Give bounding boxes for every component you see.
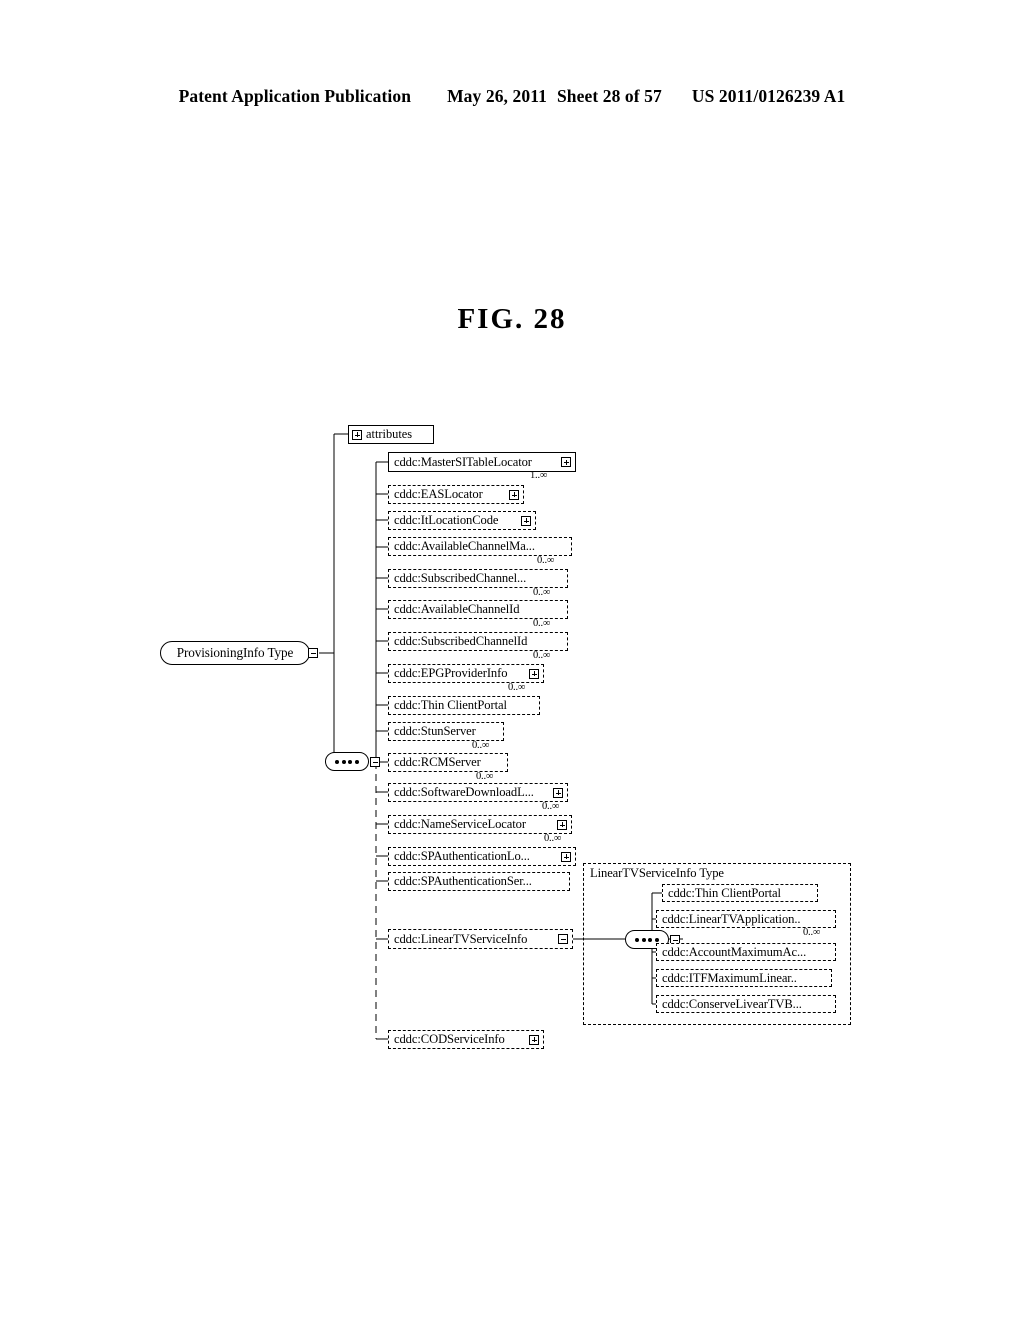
cardinality-label: 0..∞ [533,587,551,598]
element-label: cddc:EASLocator [394,487,483,502]
lineartv-service-info-type-label: LinearTVServiceInfo Type [588,866,726,881]
sequence-collapse-icon[interactable] [370,756,380,767]
element-node-cod-service-info[interactable]: cddc:CODServiceInfo [388,1030,544,1049]
element-label: cddc:SubscribedChannel... [394,571,527,586]
element-node-available-channel-map[interactable]: cddc:AvailableChannelMa... [388,537,572,556]
element-label: cddc:ITFMaximumLinear.. [662,970,797,985]
connector-lines [319,433,683,1040]
element-label: cddc:ConserveLivearTVB... [662,996,802,1011]
schema-diagram: ProvisioningInfo Type attributes cddc:Ma… [0,0,1024,1320]
element-expand-icon[interactable] [557,819,567,830]
element-label: cddc:SubscribedChannelId [394,634,528,649]
cardinality-label: 0..∞ [542,801,560,812]
cardinality-label: 0..∞ [508,682,526,693]
root-collapse-icon[interactable] [308,648,318,658]
element-expand-icon[interactable] [561,851,571,862]
element-node-sp-authentication-locator[interactable]: cddc:SPAuthenticationLo... [388,847,576,866]
cardinality-label: 0..∞ [472,740,490,751]
cardinality-label: 0..∞ [803,927,821,938]
element-label: cddc:StunServer [394,724,476,739]
element-label: cddc:SoftwareDownloadL... [394,785,534,800]
element-expand-icon[interactable] [529,1034,539,1045]
element-node-it-location-code[interactable]: cddc:ItLocationCode [388,511,536,530]
element-node-epg-provider-info[interactable]: cddc:EPGProviderInfo [388,664,544,683]
element-label: cddc:ItLocationCode [394,513,499,528]
lineartv-element-node-thin-client-portal[interactable]: cddc:Thin ClientPortal [662,884,818,902]
element-label: cddc:LinearTVApplication.. [662,911,801,926]
element-expand-icon[interactable] [509,489,519,500]
element-label: cddc:AccountMaximumAc... [662,944,807,959]
element-collapse-icon[interactable] [558,934,568,944]
lineartv-element-node-itf-maximum-linear[interactable]: cddc:ITFMaximumLinear.. [656,969,832,987]
element-label: cddc:AvailableChannelMa... [394,539,535,554]
element-expand-icon[interactable] [561,457,571,467]
attributes-node[interactable]: attributes [348,425,434,444]
element-label: cddc:Thin ClientPortal [394,698,507,713]
element-node-software-download-locator[interactable]: cddc:SoftwareDownloadL... [388,783,568,802]
root-type-label: ProvisioningInfo Type [176,645,294,660]
lineartv-element-node-linear-tv-application[interactable]: cddc:LinearTVApplication.. [656,910,836,928]
root-type-node[interactable]: ProvisioningInfo Type [160,641,310,665]
element-label: cddc:CODServiceInfo [394,1032,505,1047]
element-label: cddc:EPGProviderInfo [394,666,508,681]
sequence-node[interactable] [325,752,380,771]
element-node-rcm-server[interactable]: cddc:RCMServer [388,753,508,772]
element-label: cddc:Thin ClientPortal [668,885,781,900]
element-node-linear-tv-service-info[interactable]: cddc:LinearTVServiceInfo [388,929,573,949]
cardinality-label: 1..∞ [530,470,548,481]
element-expand-icon[interactable] [553,787,563,798]
element-node-eas-locator[interactable]: cddc:EASLocator [388,485,524,504]
element-label: cddc:AvailableChannelId [394,602,520,617]
element-label: cddc:NameServiceLocator [394,817,526,832]
element-node-master-si-table-locator[interactable]: cddc:MasterSITableLocator [388,452,576,472]
element-label: cddc:RCMServer [394,755,481,770]
attributes-expand-icon[interactable] [352,429,362,440]
element-node-subscribed-channel-map[interactable]: cddc:SubscribedChannel... [388,569,568,588]
element-expand-icon[interactable] [521,515,531,526]
element-node-available-channel-id[interactable]: cddc:AvailableChannelId [388,600,568,619]
cardinality-label: 0..∞ [533,618,551,629]
element-label: cddc:MasterSITableLocator [394,454,532,469]
cardinality-label: 0..∞ [544,833,562,844]
attributes-label: attributes [366,427,413,441]
element-node-sp-authentication-server[interactable]: cddc:SPAuthenticationSer... [388,872,570,891]
element-label: cddc:LinearTVServiceInfo [394,931,528,946]
sequence-dots-icon [325,752,369,771]
element-label: cddc:SPAuthenticationLo... [394,849,530,864]
element-expand-icon[interactable] [529,668,539,679]
cardinality-label: 0..∞ [537,555,555,566]
element-node-stun-server[interactable]: cddc:StunServer [388,722,504,741]
lineartv-element-node-account-maximum-ac[interactable]: cddc:AccountMaximumAc... [656,943,836,961]
element-node-name-service-locator[interactable]: cddc:NameServiceLocator [388,815,572,834]
lineartv-element-node-conserve-livear-tvb[interactable]: cddc:ConserveLivearTVB... [656,995,836,1013]
cardinality-label: 0..∞ [533,650,551,661]
element-node-thin-client-portal[interactable]: cddc:Thin ClientPortal [388,696,540,715]
cardinality-label: 0..∞ [476,771,494,782]
element-label: cddc:SPAuthenticationSer... [394,874,532,889]
element-node-subscribed-channel-id[interactable]: cddc:SubscribedChannelId [388,632,568,651]
